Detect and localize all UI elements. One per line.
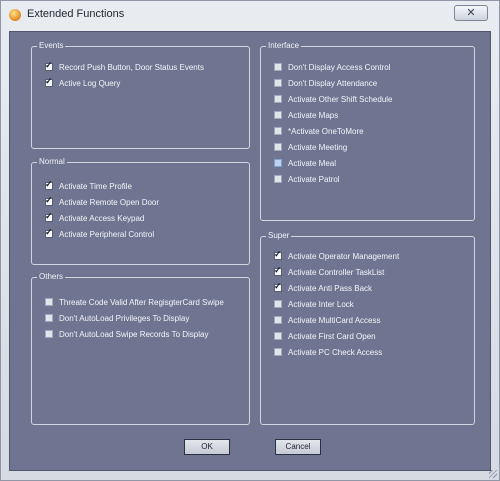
checkbox[interactable] <box>45 298 53 306</box>
checkbox[interactable] <box>45 195 53 206</box>
checkbox-label: Activate First Card Open <box>288 332 376 341</box>
checkbox[interactable] <box>274 143 282 151</box>
checkbox-label: Activate Time Profile <box>59 182 132 191</box>
checkbox-label: Activate Remote Open Door <box>59 198 160 207</box>
checkbox-label: Threate Code Valid After RegisgterCard S… <box>59 298 224 307</box>
checkbox[interactable] <box>45 76 53 87</box>
checkbox[interactable] <box>274 127 282 135</box>
checkbox-label: Don't AutoLoad Privileges To Display <box>59 314 190 323</box>
checkbox-label: Activate Maps <box>288 111 339 120</box>
checkbox[interactable] <box>274 300 282 308</box>
checkbox[interactable] <box>45 211 53 222</box>
others-group-title: Others <box>37 271 66 283</box>
checkbox[interactable] <box>274 316 282 324</box>
checkbox[interactable] <box>45 330 53 338</box>
checkbox-label: Activate Patrol <box>288 175 340 184</box>
checkbox-label: Activate Anti Pass Back <box>288 284 373 293</box>
checkbox-label: Activate Meeting <box>288 143 348 152</box>
checkbox[interactable] <box>274 348 282 356</box>
events-group: Events Record Push Button, Door Status E… <box>31 40 250 149</box>
checkbox-label: Activate Peripheral Control <box>59 230 155 239</box>
checkbox[interactable] <box>45 227 53 238</box>
resize-grip-icon[interactable] <box>489 470 497 478</box>
normal-group-title: Normal <box>37 156 67 168</box>
normal-group: Normal Activate Time Profile Activate Rem… <box>31 156 250 265</box>
close-button[interactable]: ✕ <box>454 5 488 21</box>
checkbox-label: Activate Other Shift Schedule <box>288 95 393 104</box>
checkbox-label: Don't Display Access Control <box>288 63 391 72</box>
checkbox-label: Activate Access Keypad <box>59 214 145 223</box>
client-area: Events Record Push Button, Door Status E… <box>9 31 491 471</box>
checkbox[interactable] <box>274 111 282 119</box>
checkbox[interactable] <box>274 79 282 87</box>
interface-group-title: Interface <box>266 40 302 52</box>
checkbox[interactable] <box>274 95 282 103</box>
checkbox[interactable] <box>45 314 53 322</box>
title-bar[interactable]: Extended Functions ✕ <box>1 1 499 31</box>
checkbox-label: *Activate OneToMore <box>288 127 364 136</box>
close-icon: ✕ <box>466 7 476 19</box>
checkbox-label: Activate MultiCard Access <box>288 316 381 325</box>
checkbox[interactable] <box>45 60 53 71</box>
events-group-title: Events <box>37 40 66 52</box>
ok-button[interactable]: OK <box>184 439 230 455</box>
checkbox-label: Don't AutoLoad Swipe Records To Display <box>59 330 209 339</box>
checkbox[interactable] <box>274 281 282 292</box>
super-group: Super Activate Operator Management Activa… <box>260 230 475 425</box>
checkbox-label: Activate Meal <box>288 159 337 168</box>
checkbox-label: Activate Inter Lock <box>288 300 354 309</box>
interface-group: Interface Don't Display Access Control Do… <box>260 40 475 221</box>
cancel-button[interactable]: Cancel <box>275 439 321 455</box>
checkbox[interactable] <box>274 249 282 260</box>
checkbox-label: Don't Display Attendance <box>288 79 378 88</box>
extended-functions-window: Extended Functions ✕ Events Record Push … <box>0 0 500 481</box>
checkbox-label: Activate PC Check Access <box>288 348 383 357</box>
checkbox-label: Activate Controller TaskList <box>288 268 385 277</box>
checkbox-label: Record Push Button, Door Status Events <box>59 63 204 72</box>
checkbox-label: Activate Operator Management <box>288 252 400 261</box>
checkbox[interactable] <box>274 159 282 167</box>
window-title: Extended Functions <box>27 8 125 20</box>
checkbox[interactable] <box>274 63 282 71</box>
checkbox[interactable] <box>274 265 282 276</box>
checkbox[interactable] <box>274 175 282 183</box>
others-group: Others Threate Code Valid After Regisgte… <box>31 271 250 425</box>
checkbox-label: Active Log Query <box>59 79 121 88</box>
checkbox[interactable] <box>274 332 282 340</box>
super-group-title: Super <box>266 230 292 242</box>
app-icon <box>9 9 21 21</box>
checkbox[interactable] <box>45 179 53 190</box>
